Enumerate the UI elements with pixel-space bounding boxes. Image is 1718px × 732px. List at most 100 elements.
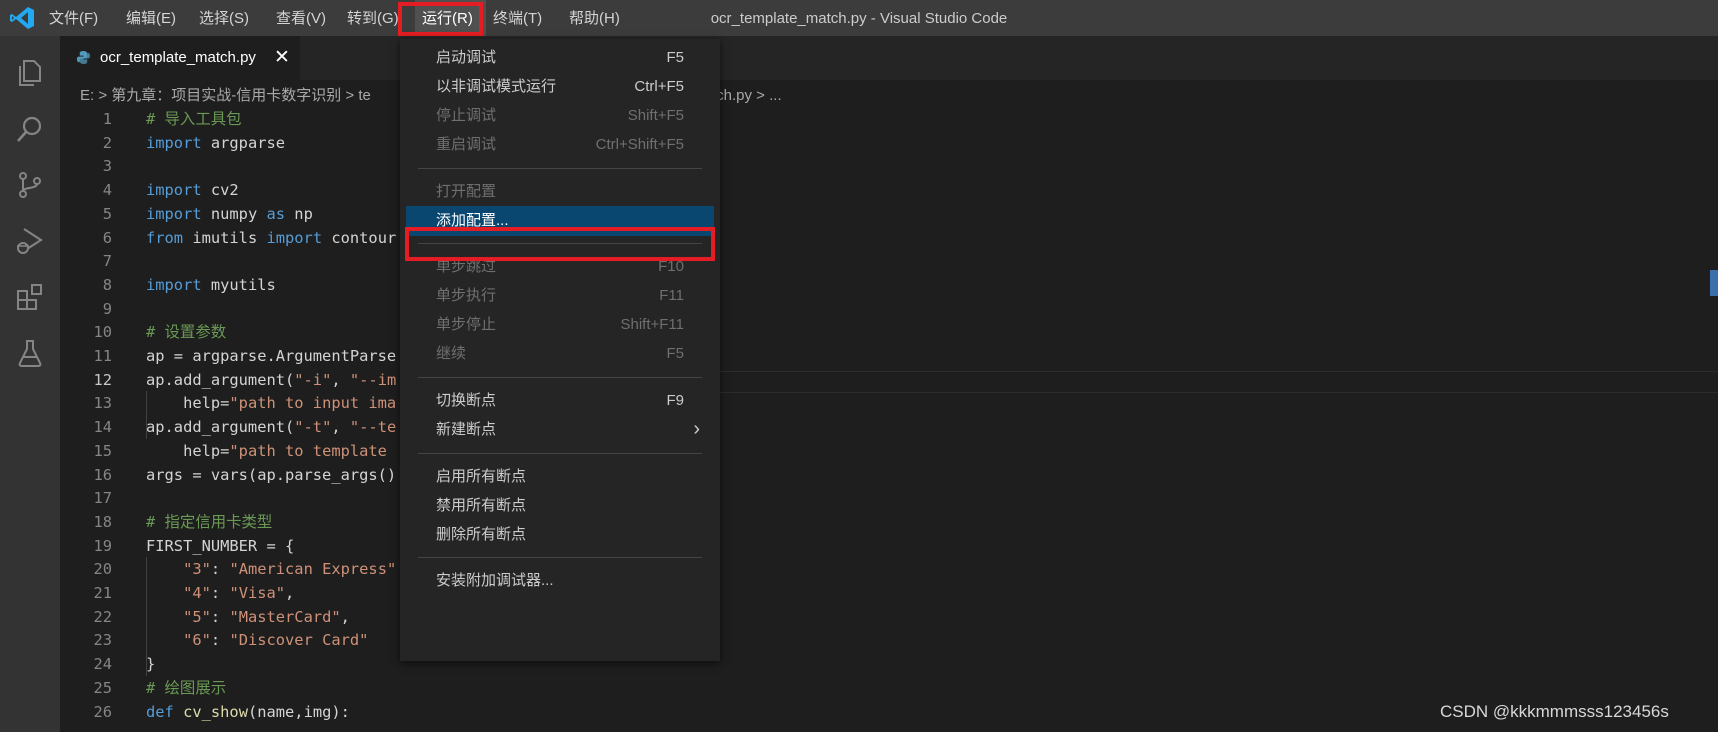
scrollbar-marker[interactable] — [1710, 270, 1718, 296]
code-token: : — [210, 560, 230, 579]
run-menu-item-10[interactable]: 切换断点 F9 — [406, 386, 714, 416]
code-text: help="path to input ima — [146, 391, 396, 415]
code-token: help= — [146, 441, 230, 460]
code-token: , — [285, 584, 295, 602]
code-line[interactable]: 9 — [60, 297, 1718, 321]
run-menu-item-11[interactable]: 新建断点 › — [406, 415, 714, 445]
menu-separator — [418, 377, 702, 378]
breadcrumb[interactable]: E: > 第九章：项目实战-信用卡数字识别 > te — [80, 85, 371, 107]
code-line[interactable]: 16 args = vars(ap.parse_args() — [60, 463, 1718, 487]
run-menu-item-3[interactable]: 重启调试 Ctrl+Shift+F5 — [406, 130, 714, 160]
explorer-icon[interactable] — [15, 58, 45, 88]
code-line[interactable]: 1 # 导入工具包 — [60, 107, 1718, 131]
run-menu-item-8[interactable]: 单步停止 Shift+F11 — [406, 310, 714, 340]
run-menu-item-15[interactable]: 安装附加调试器... — [406, 566, 714, 596]
code-token: , — [340, 607, 350, 626]
code-line[interactable]: 15 help="path to template — [60, 439, 1718, 463]
code-text: ap = argparse.ArgumentParse — [146, 344, 396, 368]
code-line[interactable]: 2 import argparse — [60, 131, 1718, 155]
line-number: 5 — [102, 204, 112, 223]
code-line[interactable]: 24} — [60, 652, 1718, 676]
code-text: # 指定信用卡类型 — [146, 510, 272, 534]
code-token: "4" — [183, 584, 211, 602]
code-text: } — [146, 652, 155, 676]
code-line[interactable]: 22 "5": "MasterCard", — [60, 605, 1718, 629]
code-line[interactable]: 18 # 指定信用卡类型 — [60, 510, 1718, 534]
code-text: "3": "American Express" — [146, 557, 396, 581]
line-number: 9 — [102, 299, 112, 318]
code-text: "5": "MasterCard", — [146, 605, 350, 629]
indent-guide — [146, 557, 147, 676]
submenu-arrow-icon: › — [693, 418, 700, 440]
menu-item-label: 新建断点 — [436, 421, 497, 438]
code-token: "--im — [349, 370, 397, 389]
run-menu-item-14[interactable]: 删除所有断点 — [406, 520, 714, 550]
code-line[interactable]: 14 ap.add_argument("-t", "--te — [60, 415, 1718, 439]
search-icon[interactable] — [15, 114, 45, 144]
line-number: 16 — [93, 465, 112, 484]
line-number: 22 — [93, 607, 112, 626]
code-token: import — [146, 204, 202, 223]
source-control-icon[interactable] — [15, 170, 45, 200]
code-line[interactable]: 10 # 设置参数 — [60, 320, 1718, 344]
current-line-highlight — [700, 371, 1718, 393]
tab-close-icon[interactable]: ✕ — [274, 46, 290, 69]
add-config-highlight-box — [405, 227, 715, 261]
run-menu-item-4[interactable]: 打开配置 — [406, 177, 714, 207]
run-debug-icon[interactable] — [15, 226, 45, 256]
line-number: 23 — [93, 631, 112, 650]
run-menu-item-7[interactable]: 单步执行 F11 — [406, 281, 714, 311]
run-menu-item-2[interactable]: 停止调试 Shift+F5 — [406, 101, 714, 131]
menu-item-shortcut: Ctrl+Shift+F5 — [595, 136, 684, 153]
code-token: ap.add_argument( — [146, 418, 295, 437]
code-line[interactable]: 3 — [60, 154, 1718, 178]
code-text: def cv_show(name,img): — [146, 700, 350, 724]
code-line[interactable]: 8 import myutils — [60, 273, 1718, 297]
line-number: 3 — [102, 157, 112, 176]
code-token: "MasterCard" — [229, 607, 341, 626]
breadcrumb-file[interactable]: tch.py > ... — [712, 85, 782, 107]
code-text: args = vars(ap.parse_args() — [146, 463, 396, 487]
code-line[interactable]: 5 import numpy as np — [60, 202, 1718, 226]
code-line[interactable]: 4 import cv2 — [60, 178, 1718, 202]
testing-icon[interactable] — [15, 338, 45, 368]
code-line[interactable]: 25 # 绘图展示 — [60, 676, 1718, 700]
code-token: argparse — [201, 133, 286, 152]
menu-item-shortcut: F9 — [666, 392, 684, 409]
code-line[interactable]: 11 ap = argparse.ArgumentParse — [60, 344, 1718, 368]
extensions-icon[interactable] — [15, 282, 45, 312]
code-line[interactable]: 17 — [60, 486, 1718, 510]
code-line[interactable]: 21 "4": "Visa", — [60, 581, 1718, 605]
code-line[interactable]: 6 from imutils import contour — [60, 226, 1718, 250]
line-number: 14 — [93, 418, 112, 437]
code-token: # 指定信用卡类型 — [146, 512, 273, 531]
code-text: import numpy as np — [146, 202, 313, 226]
run-menu-item-13[interactable]: 禁用所有断点 — [406, 491, 714, 521]
code-line[interactable]: 7 — [60, 249, 1718, 273]
code-line[interactable]: 20 "3": "American Express" — [60, 557, 1718, 581]
run-menu-item-0[interactable]: 启动调试 F5 — [406, 43, 714, 73]
code-text: ap.add_argument("-i", "--im — [146, 368, 396, 392]
run-menu-item-1[interactable]: 以非调试模式运行 Ctrl+F5 — [406, 72, 714, 102]
run-menu-item-9[interactable]: 继续 F5 — [406, 339, 714, 369]
line-number: 7 — [102, 252, 112, 271]
code-text: "6": "Discover Card" — [146, 628, 368, 652]
code-editor[interactable]: 1 # 导入工具包 2 import argparse 3 4 import cv2 5 imp… — [60, 107, 1718, 732]
menu-item-label: 以非调试模式运行 — [436, 78, 557, 95]
menu-item-label: 单步停止 — [436, 316, 497, 333]
code-token: numpy — [201, 204, 267, 223]
code-token: "-t" — [294, 418, 332, 437]
run-menu-item-12[interactable]: 启用所有断点 — [406, 462, 714, 492]
code-line[interactable]: 23 "6": "Discover Card" — [60, 628, 1718, 652]
tab-ocr-template-match[interactable]: ocr_template_match.py ✕ — [60, 36, 300, 80]
code-line[interactable]: 13 help="path to input ima — [60, 391, 1718, 415]
line-number: 12 — [93, 370, 112, 389]
code-line[interactable]: 19 FIRST_NUMBER = { — [60, 534, 1718, 558]
indent-guide — [146, 391, 147, 439]
code-token: help= — [146, 394, 230, 413]
code-text: import cv2 — [146, 178, 239, 202]
code-token: : — [210, 607, 230, 626]
menu-item-shortcut: Ctrl+F5 — [634, 78, 684, 95]
tab-label: ocr_template_match.py — [100, 49, 256, 66]
